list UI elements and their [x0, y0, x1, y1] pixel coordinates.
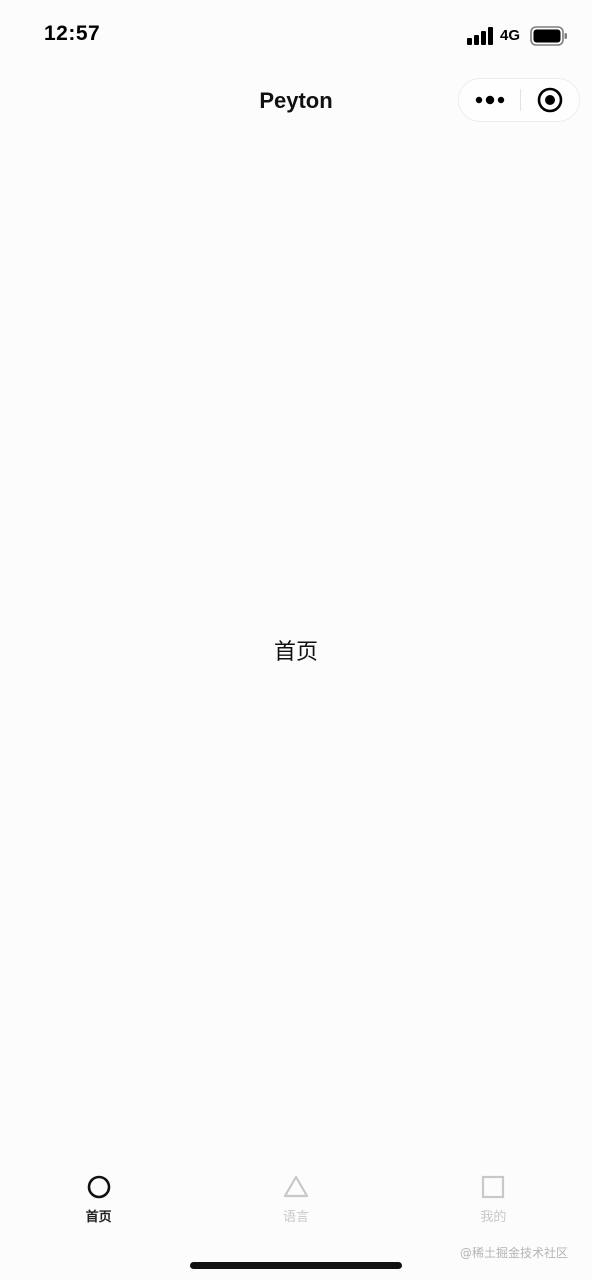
more-dots-icon — [475, 95, 504, 105]
status-time: 12:57 — [44, 22, 101, 45]
home-indicator[interactable] — [190, 1262, 402, 1269]
tab-home[interactable]: 首页 — [0, 1160, 197, 1250]
network-type-label: 4G — [500, 27, 521, 44]
tab-mine-label: 我的 — [480, 1209, 507, 1224]
nav-bar: Peyton — [0, 72, 592, 130]
close-button[interactable] — [521, 79, 579, 121]
watermark: @稀土掘金技术社区 — [460, 1246, 569, 1260]
tab-mine[interactable]: 我的 — [395, 1160, 592, 1250]
tab-language[interactable]: 语言 — [197, 1160, 394, 1250]
tab-home-label: 首页 — [85, 1209, 112, 1224]
cellular-signal-icon — [467, 27, 493, 45]
main-content: 首页 — [0, 130, 592, 1160]
status-bar: 12:57 4G — [0, 0, 592, 72]
triangle-icon — [283, 1175, 309, 1198]
tab-language-label: 语言 — [282, 1209, 309, 1224]
page-label: 首页 — [273, 639, 318, 664]
square-icon — [482, 1175, 505, 1199]
target-circle-icon — [537, 87, 563, 113]
more-button[interactable] — [459, 79, 520, 121]
battery-full-icon — [530, 26, 567, 46]
circle-icon — [87, 1175, 110, 1199]
miniprogram-capsule — [458, 78, 580, 122]
tab-bar: 首页 语言 我的 — [0, 1160, 592, 1250]
